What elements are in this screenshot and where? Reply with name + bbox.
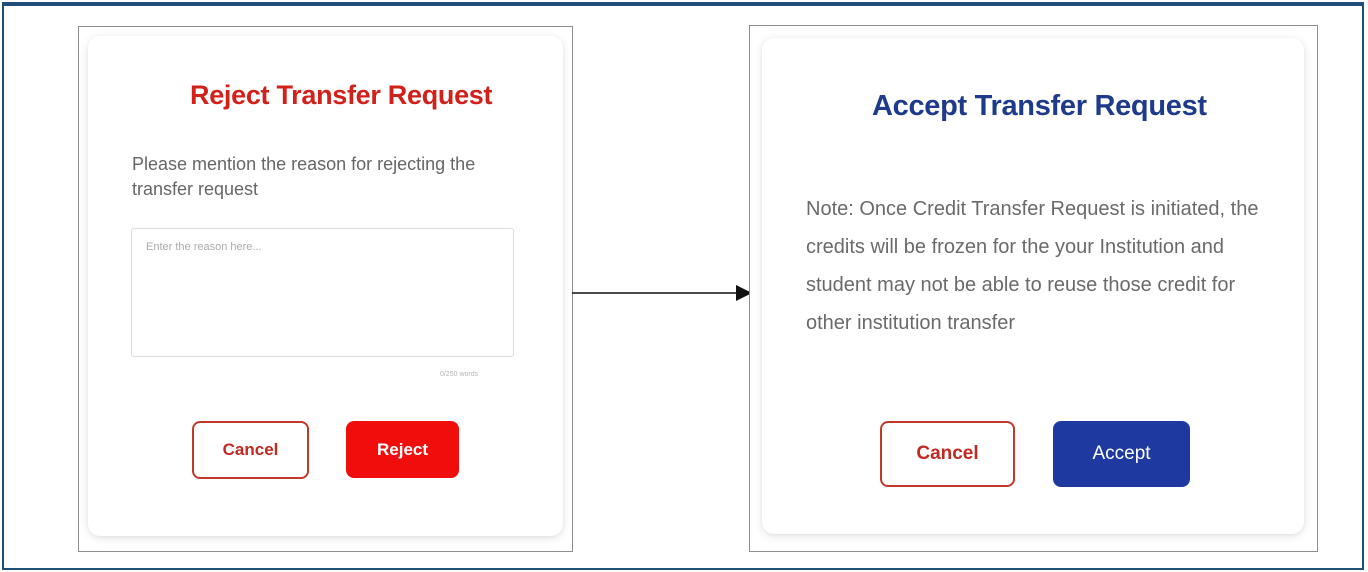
accept-button[interactable]: Accept bbox=[1053, 421, 1190, 487]
reject-cancel-button[interactable]: Cancel bbox=[192, 421, 309, 479]
word-count-label: 0/250 words bbox=[440, 371, 479, 378]
reject-reason-prompt: Please mention the reason for rejecting … bbox=[132, 154, 476, 199]
arrow-right-icon bbox=[572, 285, 752, 301]
reject-dialog-title: Reject Transfer Request bbox=[190, 80, 493, 110]
reject-button[interactable]: Reject bbox=[346, 421, 459, 478]
reject-reason-input[interactable] bbox=[131, 228, 514, 357]
accept-dialog-title: Accept Transfer Request bbox=[872, 90, 1207, 122]
accept-note-text: Note: Once Credit Transfer Request is in… bbox=[806, 198, 1259, 334]
accept-cancel-button[interactable]: Cancel bbox=[880, 421, 1015, 487]
